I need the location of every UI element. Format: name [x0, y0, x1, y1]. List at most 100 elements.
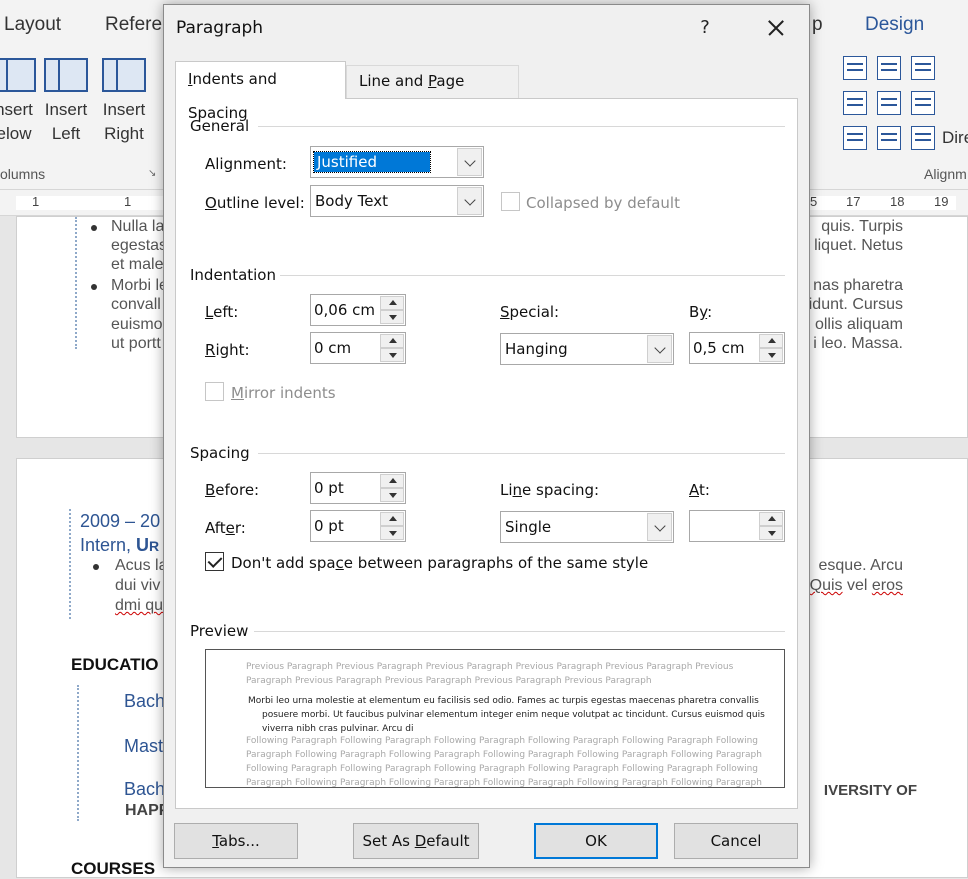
spin-up-icon[interactable]: [380, 512, 404, 526]
spin-down-icon[interactable]: [380, 488, 404, 502]
ok-button[interactable]: OK: [534, 823, 658, 859]
align-top-right-icon[interactable]: [911, 56, 935, 80]
doc-line: dui viv: [115, 577, 161, 594]
spin-down-icon[interactable]: [380, 310, 404, 324]
tab-help[interactable]: p: [812, 14, 823, 36]
spin-down-icon[interactable]: [380, 348, 404, 362]
tab-layout[interactable]: Layout: [4, 14, 61, 36]
tabs-button[interactable]: Tabs...: [174, 823, 298, 859]
insert-right-button[interactable]: Insert Right: [96, 58, 152, 146]
indent-by-input[interactable]: 0,5 cm: [689, 332, 785, 364]
spacing-after-input[interactable]: 0 pt: [310, 510, 406, 542]
align-center-left-icon[interactable]: [843, 91, 867, 115]
outline-level-select[interactable]: Body Text: [310, 185, 484, 217]
ruler-number: 17: [846, 194, 861, 209]
doc-line: nas pharetra: [813, 277, 903, 294]
indent-left-accel: L: [205, 303, 214, 321]
alignment-value: Justified: [313, 151, 431, 173]
mirror-indents-checkbox[interactable]: [205, 382, 224, 401]
spacing-after-accel: e: [225, 519, 235, 537]
insert-below-icon: [0, 58, 36, 92]
set-as-default-pre: Set As: [362, 832, 415, 850]
spin-down-icon[interactable]: [759, 348, 783, 362]
group-label-alignment: Alignm: [924, 166, 967, 182]
set-as-default-accel: D: [414, 832, 427, 850]
ruler-number: 5: [810, 194, 818, 209]
paragraph-dialog[interactable]: Paragraph ? Indents and Spacing Line and…: [163, 4, 810, 868]
line-spacing-value: Single: [505, 518, 552, 536]
indent-left-input[interactable]: 0,06 cm: [310, 294, 406, 326]
doc-line: convall: [111, 296, 161, 313]
set-as-default-button[interactable]: Set As Default: [353, 823, 479, 859]
by-label: By:: [689, 303, 712, 321]
indent-right-label: Right:: [205, 341, 250, 359]
line-spacing-at-input[interactable]: [689, 510, 785, 542]
help-icon[interactable]: ?: [690, 13, 720, 43]
dialog-launcher-icon[interactable]: ↘: [148, 168, 156, 179]
spin-up-icon[interactable]: [380, 296, 404, 310]
close-icon[interactable]: [758, 13, 792, 43]
alignment-select[interactable]: Justified: [310, 146, 484, 178]
doc-line: Morbi le: [111, 277, 168, 294]
spin-up-icon[interactable]: [380, 334, 404, 348]
by-accel: y: [699, 303, 708, 321]
dialog-title: Paragraph: [176, 18, 264, 38]
align-top-left-icon[interactable]: [843, 56, 867, 80]
insert-left-icon: [44, 58, 88, 92]
section-divider: [280, 275, 785, 276]
alignment-label: Alignment:: [205, 155, 287, 173]
courses-heading: COURSES: [71, 859, 156, 878]
preview-following-line: Paragraph Following Paragraph Following …: [246, 778, 762, 788]
align-bottom-right-icon[interactable]: [911, 126, 935, 150]
insert-below-button[interactable]: nsert elow: [0, 58, 42, 146]
spin-up-icon[interactable]: [759, 512, 783, 526]
preview-current-line: Morbi leo urna molestie at elementum eu …: [248, 696, 759, 706]
at-accel: A: [689, 481, 699, 499]
cancel-button[interactable]: Cancel: [674, 823, 798, 859]
align-bottom-center-icon[interactable]: [877, 126, 901, 150]
spin-down-icon[interactable]: [759, 526, 783, 540]
doc-word: Quis: [809, 577, 843, 594]
indent-right-input[interactable]: 0 cm: [310, 332, 406, 364]
doc-line: egestas: [111, 237, 168, 254]
tab-design[interactable]: Design: [865, 14, 924, 36]
tabs-button-accel: T: [212, 832, 219, 850]
doc-line: Nulla la: [111, 218, 165, 235]
align-center-icon[interactable]: [877, 91, 901, 115]
indent-left-label: Left:: [205, 303, 238, 321]
align-center-right-icon[interactable]: [911, 91, 935, 115]
chevron-down-icon[interactable]: [647, 335, 672, 363]
align-bottom-left-icon[interactable]: [843, 126, 867, 150]
job-role-smallcaps: R: [149, 538, 160, 554]
chevron-down-icon[interactable]: [647, 513, 672, 541]
dont-add-space-checkbox[interactable]: [205, 552, 224, 571]
indent-right-accel: R: [205, 341, 216, 359]
spacing-after-label: After:: [205, 519, 246, 537]
preview-following-line: Following Paragraph Following Paragraph …: [246, 764, 758, 774]
doc-line: liquet. Netus: [814, 237, 903, 254]
spin-up-icon[interactable]: [380, 474, 404, 488]
job-role-prefix: Intern,: [80, 535, 137, 555]
collapsed-by-default-checkbox[interactable]: [501, 192, 520, 211]
insert-left-button[interactable]: Insert Left: [38, 58, 94, 146]
align-top-center-icon[interactable]: [877, 56, 901, 80]
line-spacing-select[interactable]: Single: [500, 511, 674, 543]
spin-up-icon[interactable]: [759, 334, 783, 348]
chevron-down-icon[interactable]: [457, 148, 482, 176]
indent-right-rest: ight:: [215, 341, 250, 359]
special-indent-select[interactable]: Hanging: [500, 333, 674, 365]
tab-indents-and-spacing[interactable]: Indents and Spacing: [175, 61, 346, 122]
doc-line: Acus la: [115, 557, 168, 574]
text-direction-label[interactable]: Dire: [942, 128, 968, 148]
doc-line: ut portt: [111, 335, 161, 352]
dotted-rule: [77, 685, 79, 821]
edu-item: Mast: [124, 736, 164, 756]
doc-line: i leo. Massa.: [813, 335, 903, 352]
dotted-rule: [69, 509, 71, 619]
doc-word: eros: [871, 577, 903, 594]
tab-line-and-page-breaks[interactable]: Line and Page Breaks: [346, 65, 519, 121]
line-spacing-rest: e spacing:: [522, 481, 600, 499]
spin-down-icon[interactable]: [380, 526, 404, 540]
spacing-before-input[interactable]: 0 pt: [310, 472, 406, 504]
chevron-down-icon[interactable]: [457, 187, 482, 215]
